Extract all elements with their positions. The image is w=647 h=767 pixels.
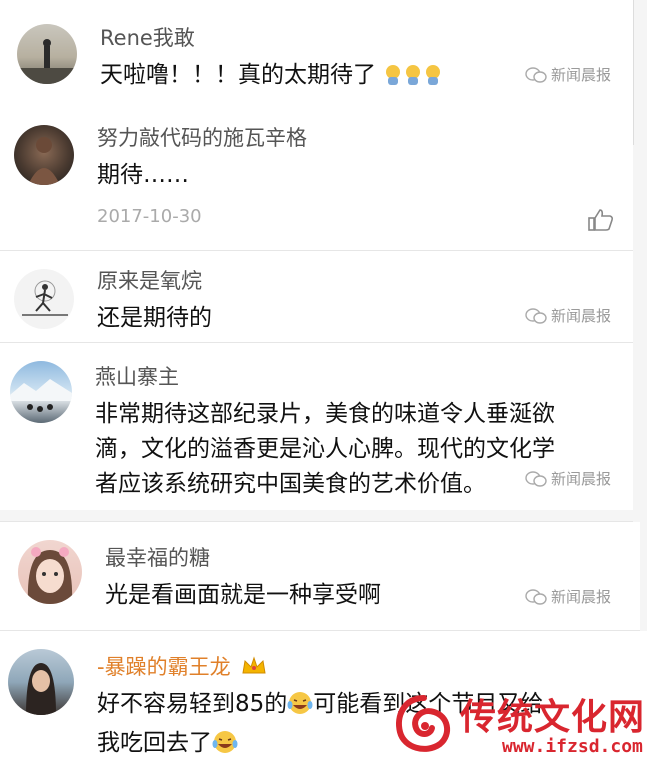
comment-text: 期待…… bbox=[97, 162, 189, 188]
comment-text: 天啦噜！！！真的太期待了 bbox=[100, 58, 443, 97]
praying-emoji bbox=[383, 62, 403, 97]
comment-text: 非常期待这部纪录片，美食的味道令人垂涎欲 滴，文化的溢香更是沁人心脾。现代的文化… bbox=[95, 401, 555, 497]
comment-card: 努力敲代码的施瓦辛格 期待…… 2017-10-30 bbox=[0, 110, 633, 250]
avatar[interactable] bbox=[18, 540, 82, 604]
avatar[interactable] bbox=[14, 125, 74, 185]
avatar[interactable] bbox=[17, 24, 77, 84]
comment-date: 2017-10-30 bbox=[97, 206, 202, 227]
laughing-crying-emoji bbox=[212, 730, 238, 765]
comment-author[interactable]: Rene我敢 bbox=[100, 22, 195, 52]
comment-author[interactable]: 最幸福的糖 bbox=[105, 542, 210, 572]
logo-url: www.ifzsd.com bbox=[502, 736, 643, 757]
avatar[interactable] bbox=[8, 649, 74, 715]
praying-emoji bbox=[403, 62, 423, 97]
wechat-icon bbox=[525, 307, 547, 324]
comment-author[interactable]: 原来是氧烷 bbox=[97, 265, 202, 295]
watermark: 新闻晨报 bbox=[525, 64, 611, 85]
wechat-icon bbox=[525, 470, 547, 487]
comment-card: 燕山寨主 非常期待这部纪录片，美食的味道令人垂涎欲 滴，文化的溢香更是沁人心脾。… bbox=[0, 343, 633, 510]
comment-author[interactable]: 燕山寨主 bbox=[95, 361, 179, 391]
comment-author[interactable]: -暴躁的霸王龙 bbox=[97, 651, 267, 682]
comment-text: 还是期待的 bbox=[97, 305, 212, 331]
avatar[interactable] bbox=[14, 269, 74, 329]
comment-card: Rene我敢 天啦噜！！！真的太期待了 新闻晨报 bbox=[0, 0, 633, 110]
wechat-icon bbox=[525, 66, 547, 83]
watermark: 新闻晨报 bbox=[525, 586, 611, 607]
thumbs-up-icon[interactable] bbox=[588, 208, 614, 236]
comment-card: 最幸福的糖 光是看画面就是一种享受啊 新闻晨报 bbox=[0, 522, 640, 630]
logo-swirl-icon bbox=[392, 692, 456, 762]
watermark: 新闻晨报 bbox=[525, 305, 611, 326]
wechat-icon bbox=[525, 588, 547, 605]
logo-title: 传统文化网 bbox=[460, 697, 646, 738]
laughing-crying-emoji bbox=[287, 691, 313, 726]
crown-icon bbox=[241, 655, 267, 682]
comment-card: 原来是氧烷 还是期待的 新闻晨报 bbox=[0, 251, 633, 342]
avatar[interactable] bbox=[10, 361, 72, 423]
comment-author[interactable]: 努力敲代码的施瓦辛格 bbox=[97, 122, 307, 152]
scrollbar-divider bbox=[633, 0, 634, 145]
site-logo: 传统文化网 www.ifzsd.com bbox=[390, 688, 647, 767]
comment-text: 光是看画面就是一种享受啊 bbox=[105, 582, 381, 608]
praying-emoji bbox=[423, 62, 443, 97]
watermark: 新闻晨报 bbox=[525, 468, 611, 489]
